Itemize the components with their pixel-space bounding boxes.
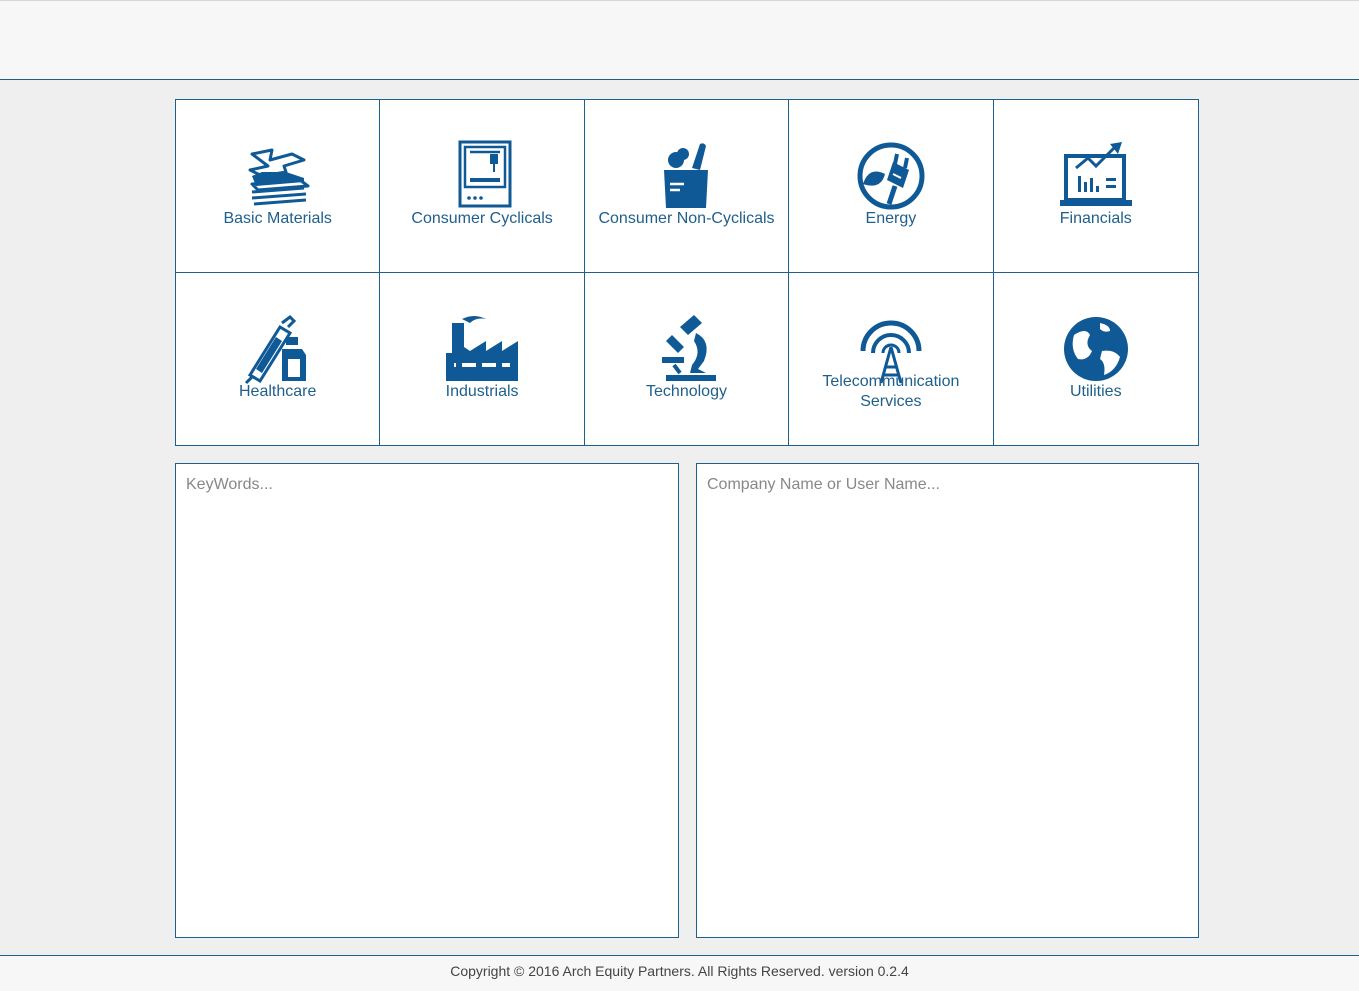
factory-icon <box>446 313 519 385</box>
sector-label: Energy <box>865 210 917 227</box>
sector-label: Technology <box>646 382 727 400</box>
stacked-sheets-icon <box>242 140 314 212</box>
sector-tile-energy[interactable]: Energy <box>789 100 994 273</box>
sector-label: Telecommunication Services <box>822 372 960 410</box>
sector-label: Basic Materials <box>223 210 332 227</box>
sector-tile-consumer-cyclicals[interactable]: Consumer Cyclicals <box>380 100 585 273</box>
sector-tile-healthcare[interactable]: Healthcare <box>176 272 381 445</box>
top-header-bar <box>0 0 1359 80</box>
sector-label: Consumer Cyclicals <box>411 210 553 227</box>
sector-label: Consumer Non-Cyclicals <box>598 210 775 227</box>
sector-tile-utilities[interactable]: Utilities <box>993 272 1198 445</box>
plug-leaf-icon <box>855 140 927 212</box>
copyright-text: Copyright © 2016 Arch Equity Partners. A… <box>450 963 909 979</box>
sector-label: Financials <box>1059 210 1132 227</box>
sector-label: Utilities <box>1070 382 1122 400</box>
globe-icon <box>1060 313 1132 385</box>
sector-tile-technology[interactable]: Technology <box>584 272 790 445</box>
syringe-bottle-icon <box>242 313 314 385</box>
sector-tile-consumer-non-cyclicals[interactable]: Consumer Non-Cyclicals <box>584 100 790 273</box>
sector-tile-telecommunication-services[interactable]: Telecommunication Services <box>789 272 994 445</box>
sector-grid: Basic Materials Consumer Cyclicals Consu… <box>175 99 1199 446</box>
footer: Copyright © 2016 Arch Equity Partners. A… <box>0 955 1359 991</box>
laptop-chart-icon <box>1059 140 1132 212</box>
printer-machine-icon <box>446 140 518 212</box>
sector-label: Healthcare <box>239 382 317 400</box>
microscope-icon <box>650 313 722 385</box>
sector-label: Industrials <box>445 382 519 400</box>
sector-tile-industrials[interactable]: Industrials <box>380 272 585 445</box>
sector-tile-basic-materials[interactable]: Basic Materials <box>176 100 381 273</box>
sector-tile-financials[interactable]: Financials <box>993 100 1198 273</box>
grocery-bag-icon <box>650 140 722 212</box>
company-or-user-name-input[interactable] <box>696 463 1199 938</box>
keywords-input[interactable] <box>175 463 679 938</box>
